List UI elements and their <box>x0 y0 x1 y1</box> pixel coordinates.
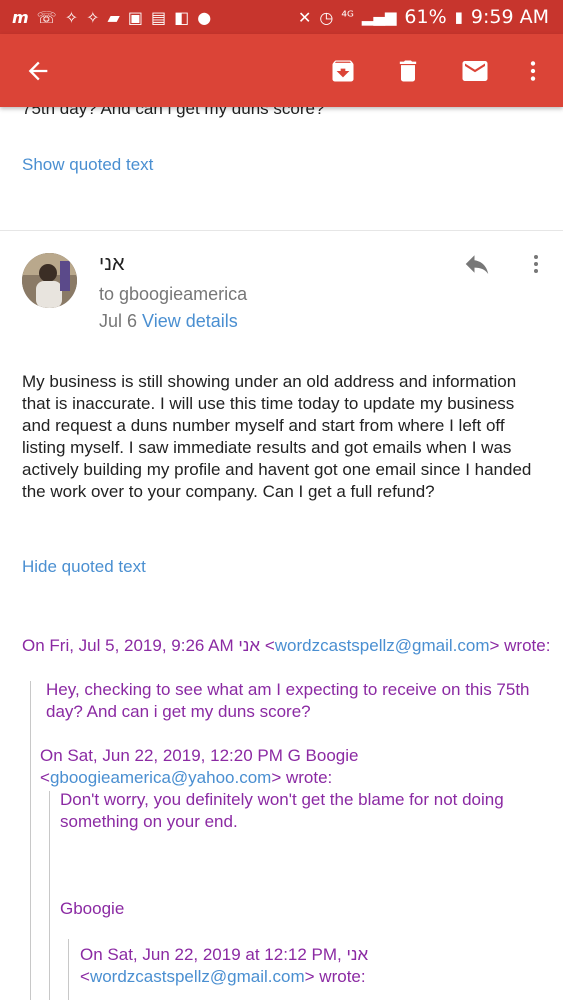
message-divider <box>0 230 563 231</box>
alarm-icon: ◷ <box>319 7 334 27</box>
battery-percent: 61% <box>404 6 447 28</box>
view-details-link[interactable]: View details <box>142 311 238 331</box>
archive-icon[interactable] <box>317 34 369 107</box>
message-body: My business is still showing under an ol… <box>22 372 532 501</box>
avatar[interactable] <box>22 253 77 308</box>
quote-header-suffix: > wrote: <box>489 636 551 655</box>
quoted-text: Don't worry, you definitely won't get th… <box>60 790 504 831</box>
quote-bar <box>68 939 69 1000</box>
email-link[interactable]: wordzcastspellz@gmail.com <box>90 967 305 986</box>
quote-header: On Sat, Jun 22, 2019 at 12:12 PM, אני <w… <box>80 944 530 988</box>
signal-icon: ▂▄▆ <box>361 8 397 26</box>
notification-icons: m ☏ ✧ ✧ ▰ ▣ ▤ ◧ ● <box>0 8 211 27</box>
quote-header-suffix: > wrote: <box>304 967 366 986</box>
email-link[interactable]: wordzcastspellz@gmail.com <box>275 636 490 655</box>
message-more-icon[interactable] <box>524 249 548 283</box>
message-date-row: Jul 6 View details <box>99 311 238 332</box>
quote-header-suffix: > wrote: <box>271 768 333 787</box>
quote-bar <box>30 681 31 1000</box>
bomb-icon: ● <box>197 7 212 27</box>
quote-header: On Fri, Jul 5, 2019, 9:26 AM אני <wordzc… <box>22 635 552 657</box>
email-link[interactable]: gboogieamerica@yahoo.com <box>50 768 271 787</box>
notification-icon: ✧ <box>64 7 79 27</box>
message-icon: ▰ <box>107 7 120 27</box>
quote-bar <box>49 791 50 1000</box>
clock: 9:59 AM <box>470 6 549 28</box>
quoted-text: Hey, checking to see what am I expecting… <box>46 680 530 721</box>
message-date: Jul 6 <box>99 311 138 331</box>
mute-icon: ✕ <box>297 7 312 27</box>
more-vert-icon[interactable] <box>507 34 559 107</box>
previous-message-tail: 75th day? And can i get my duns score? <box>22 107 325 118</box>
hide-quoted-text-link[interactable]: Hide quoted text <box>22 557 146 577</box>
battery-icon: ▮ <box>454 8 463 26</box>
app-icon: ◧ <box>174 7 190 27</box>
m-app-icon: m <box>12 7 29 27</box>
system-status: ✕ ◷ ⁴ᴳ ▂▄▆ 61% ▮ 9:59 AM <box>298 6 563 28</box>
reply-icon[interactable] <box>462 249 498 283</box>
sender-name: אני <box>99 253 125 275</box>
delete-icon[interactable] <box>382 34 434 107</box>
status-bar: m ☏ ✧ ✧ ▰ ▣ ▤ ◧ ● ✕ ◷ ⁴ᴳ ▂▄▆ 61% ▮ 9:59 … <box>0 0 563 34</box>
recipient-line: to gboogieamerica <box>99 284 248 304</box>
conversation-view: 75th day? And can i get my duns score? S… <box>0 107 563 1000</box>
app-toolbar <box>0 34 563 107</box>
back-arrow-icon[interactable] <box>12 34 64 107</box>
quote-header-prefix: On Fri, Jul 5, 2019, 9:26 AM אני < <box>22 636 275 655</box>
notification-icon: ✧ <box>86 7 100 27</box>
wifi-icon: ⁴ᴳ <box>341 9 354 25</box>
quote-header: On Sat, Jun 22, 2019, 12:20 PM G Boogie … <box>40 745 540 789</box>
show-quoted-text-link[interactable]: Show quoted text <box>22 155 153 175</box>
photo-icon: ▤ <box>150 7 167 27</box>
image-icon: ▣ <box>127 7 143 27</box>
missed-call-icon: ☏ <box>36 7 57 27</box>
mark-unread-icon[interactable] <box>449 34 501 107</box>
quoted-signature: Gboogie <box>60 899 125 918</box>
